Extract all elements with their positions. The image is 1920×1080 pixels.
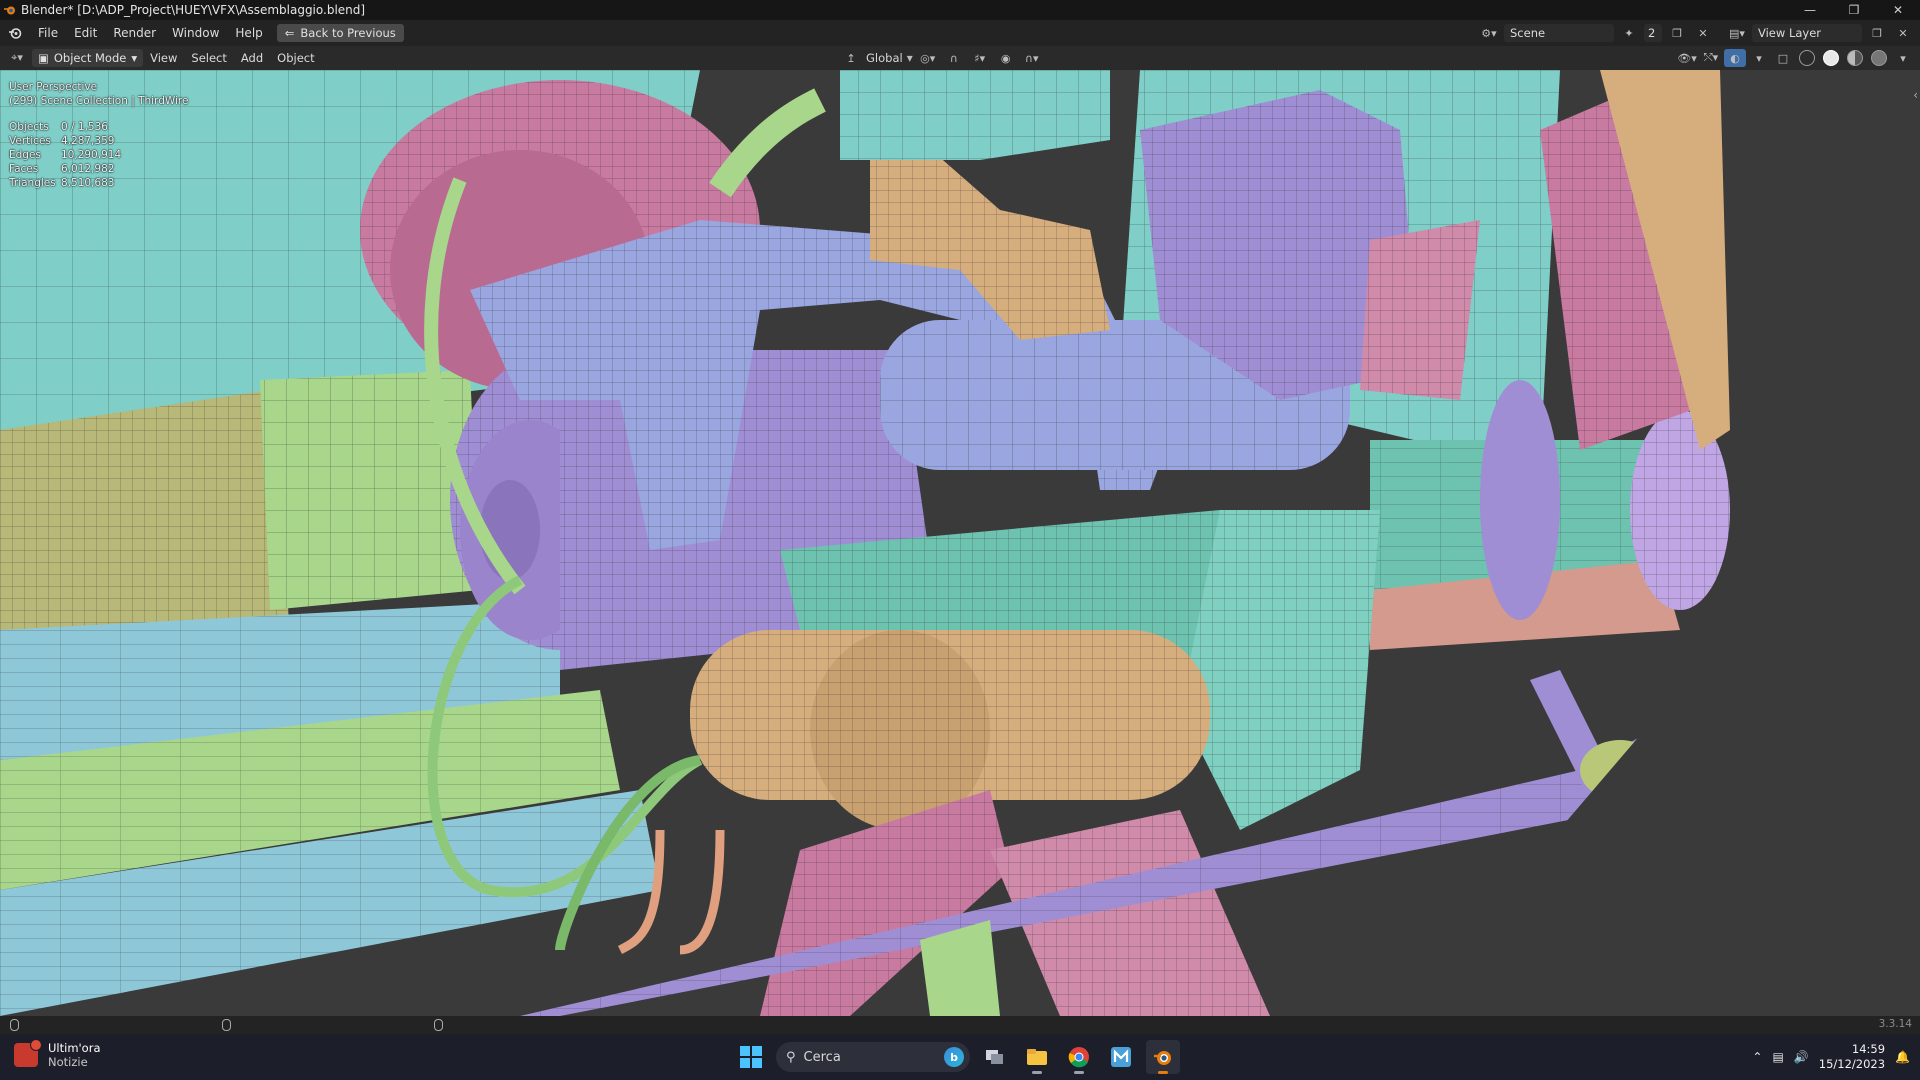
sidebar-toggle-icon[interactable]: ‹ <box>1913 88 1918 102</box>
chevron-up-icon[interactable]: ⌃ <box>1752 1050 1762 1064</box>
menu-edit[interactable]: Edit <box>66 20 105 46</box>
overlays-icon[interactable]: ◐ <box>1724 49 1746 67</box>
solid-shading-icon[interactable] <box>1820 49 1842 67</box>
bing-icon[interactable]: b <box>944 1047 964 1067</box>
editor-type-icon[interactable]: ⌖▾ <box>6 49 28 67</box>
delete-scene-icon[interactable]: ✕ <box>1692 24 1714 42</box>
stat-row: Triangles 8,510,683 <box>9 177 115 189</box>
transform-orientation-label[interactable]: Global <box>866 51 903 65</box>
rendered-shading-icon[interactable] <box>1868 49 1890 67</box>
file-explorer-icon[interactable] <box>1020 1040 1054 1074</box>
clock-time: 14:59 <box>1851 1042 1886 1056</box>
stat-row: Objects 0 / 1,536 <box>9 121 108 133</box>
perspective-label: User Perspective <box>9 81 98 93</box>
search-icon: ⚲ <box>786 1049 796 1065</box>
close-icon[interactable]: ✕ <box>1876 0 1920 20</box>
back-arrow-icon: ⇐ <box>284 26 295 40</box>
overlays-dropdown-icon[interactable]: ▾ <box>1748 49 1770 67</box>
news-subtitle: Notizie <box>48 1055 88 1069</box>
wireframe-shading-icon[interactable] <box>1796 49 1818 67</box>
mouse-left-icon <box>10 1019 19 1031</box>
clock-date: 15/12/2023 <box>1818 1057 1886 1071</box>
mode-label: Object Mode <box>53 51 127 65</box>
mouse-middle-icon <box>222 1019 231 1031</box>
stat-row: Faces 6,012,982 <box>9 163 115 175</box>
proportional-edit-icon[interactable]: ◉ <box>995 49 1017 67</box>
blender-logo-icon <box>3 3 17 17</box>
menu-render[interactable]: Render <box>105 20 164 46</box>
news-widget[interactable]: Ultim'ora Notizie <box>14 1039 101 1069</box>
taskbar-search[interactable]: ⚲ Cerca b <box>776 1042 970 1072</box>
pivot-point-icon[interactable]: ◎▾ <box>917 49 939 67</box>
chevron-down-icon[interactable]: ▾ <box>907 51 913 65</box>
stat-row: Vertices 4,287,359 <box>9 135 115 147</box>
back-to-previous-label: Back to Previous <box>300 26 396 40</box>
start-icon[interactable] <box>734 1040 768 1074</box>
delete-view-layer-icon[interactable]: ✕ <box>1892 24 1914 42</box>
shading-options-icon[interactable]: ▾ <box>1892 49 1914 67</box>
snap-icon[interactable]: ∩ <box>943 49 965 67</box>
menu-file[interactable]: File <box>30 20 66 46</box>
notification-bell-icon[interactable]: 🔔 <box>1895 1050 1910 1064</box>
pin-icon[interactable]: ✦ <box>1618 24 1640 42</box>
system-tray: ⌃ ▤ 🔊 14:59 15/12/2023 🔔 <box>1752 1038 1910 1076</box>
clock[interactable]: 14:59 15/12/2023 <box>1819 1042 1885 1072</box>
blender-version: 3.3.14 <box>1878 1018 1912 1030</box>
viewport-info-overlay: User Perspective (299) Scene Collection … <box>9 80 188 190</box>
gizmo-icon[interactable]: ⤲▾ <box>1700 49 1722 67</box>
object-mode-icon: ▣ <box>38 51 49 65</box>
blender-menu-icon[interactable] <box>0 20 30 46</box>
3d-viewport[interactable]: User Perspective (299) Scene Collection … <box>0 70 1920 1016</box>
new-scene-icon[interactable]: ❐ <box>1666 24 1688 42</box>
search-placeholder: Cerca <box>803 1049 841 1065</box>
volume-icon[interactable]: 🔊 <box>1794 1050 1809 1064</box>
snap-target-icon[interactable]: ♯▾ <box>969 49 991 67</box>
visibility-icon[interactable]: 👁▾ <box>1676 49 1698 67</box>
menu-select[interactable]: Select <box>184 51 233 65</box>
title-bar: Blender* [D:\ADP_Project\HUEY\VFX\Assemb… <box>0 0 1920 20</box>
task-view-icon[interactable] <box>978 1040 1012 1074</box>
chrome-icon[interactable] <box>1062 1040 1096 1074</box>
scene-name-field[interactable]: Scene <box>1504 24 1614 42</box>
menu-help[interactable]: Help <box>227 20 270 46</box>
stat-row: Edges 10,290,914 <box>9 149 122 161</box>
news-icon <box>14 1039 42 1067</box>
material-shading-icon[interactable] <box>1844 49 1866 67</box>
back-to-previous-button[interactable]: ⇐ Back to Previous <box>276 24 404 42</box>
view-layer-field[interactable]: View Layer <box>1752 24 1862 42</box>
restore-icon[interactable]: ❐ <box>1832 0 1876 20</box>
menu-view[interactable]: View <box>143 51 184 65</box>
news-title: Ultim'ora <box>48 1041 101 1055</box>
chevron-down-icon: ▾ <box>131 51 138 65</box>
mode-dropdown[interactable]: ▣ Object Mode ▾ <box>32 49 144 67</box>
menu-object[interactable]: Object <box>270 51 321 65</box>
collection-label: (299) Scene Collection | ThirdWire <box>9 95 189 107</box>
viewport-header: ⌖▾ ▣ Object Mode ▾ View Select Add Objec… <box>0 46 1920 70</box>
scene-render <box>0 70 1920 1016</box>
top-menu-bar: File Edit Render Window Help ⇐ Back to P… <box>0 20 1920 46</box>
xray-icon[interactable]: □ <box>1772 49 1794 67</box>
scene-statistics: Objects 0 / 1,536 Vertices 4,287,359 Edges… <box>9 120 188 190</box>
view-layer-selector-icon[interactable]: ▤▾ <box>1726 24 1748 42</box>
windows-taskbar: Ultim'ora Notizie ⚲ Cerca b ⌃ ▤ 🔊 14:59 … <box>0 1034 1920 1080</box>
falloff-icon[interactable]: ∩▾ <box>1021 49 1043 67</box>
malwarebytes-icon[interactable] <box>1104 1040 1138 1074</box>
mouse-right-icon <box>434 1019 443 1031</box>
network-icon[interactable]: ▤ <box>1772 1050 1783 1064</box>
window-title: Blender* [D:\ADP_Project\HUEY\VFX\Assemb… <box>21 3 366 17</box>
new-view-layer-icon[interactable]: ❐ <box>1866 24 1888 42</box>
status-bar: 3.3.14 <box>0 1016 1920 1034</box>
menu-window[interactable]: Window <box>164 20 227 46</box>
scene-selector-icon[interactable]: ⚙▾ <box>1478 24 1500 42</box>
blender-taskbar-icon[interactable] <box>1146 1040 1180 1074</box>
scene-users-count: 2 <box>1644 24 1662 42</box>
menu-add[interactable]: Add <box>234 51 270 65</box>
transform-orientation-icon[interactable]: ↥ <box>840 49 862 67</box>
minimize-icon[interactable]: — <box>1788 0 1832 20</box>
